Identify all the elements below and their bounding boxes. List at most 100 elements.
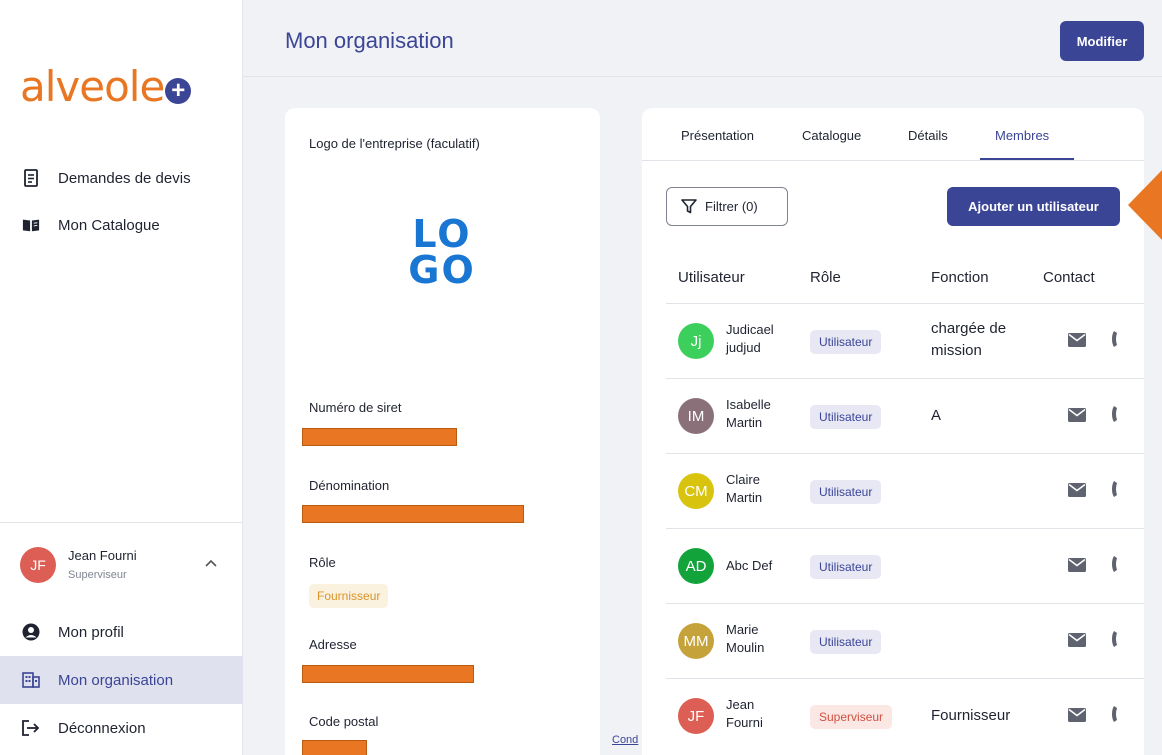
column-header-utilisateur: Utilisateur — [678, 269, 745, 286]
page-title: Mon organisation — [285, 28, 454, 53]
phone-icon[interactable] — [1112, 481, 1120, 502]
modify-button[interactable]: Modifier — [1060, 21, 1144, 61]
tabs-divider — [642, 160, 1144, 161]
denomination-value-redacted — [302, 505, 524, 523]
table-row[interactable]: Jj Judicael judjud Utilisateur chargée d… — [666, 303, 1144, 378]
member-name: Marie Moulin — [726, 621, 764, 657]
building-icon — [22, 671, 40, 689]
role-badge: Superviseur — [810, 705, 893, 729]
adresse-label: Adresse — [309, 637, 357, 652]
nav-item-label: Mon organisation — [58, 671, 174, 689]
footer-link[interactable]: Cond — [612, 734, 638, 746]
member-first-name: Abc Def — [726, 558, 773, 573]
phone-icon[interactable] — [1112, 331, 1120, 352]
mail-icon[interactable] — [1068, 408, 1086, 427]
phone-icon[interactable] — [1112, 631, 1120, 652]
column-header-fonction: Fonction — [931, 269, 989, 286]
brand-logo-plus: + — [165, 78, 192, 104]
logout-icon — [22, 719, 40, 737]
table-row[interactable]: MM Marie Moulin Utilisateur — [666, 603, 1144, 678]
siret-value-redacted — [302, 428, 457, 446]
filter-icon — [681, 199, 697, 214]
nav-item-mon-profil[interactable]: Mon profil — [0, 608, 243, 656]
member-fonction: Fournisseur — [931, 705, 1010, 727]
role-badge: Utilisateur — [810, 555, 882, 579]
fonction-line-1: chargée de — [931, 320, 1007, 337]
role-badge: Utilisateur — [810, 405, 882, 429]
header-divider — [243, 76, 1162, 77]
nav-item-deconnexion[interactable]: Déconnexion — [0, 704, 243, 752]
filter-label: Filtrer (0) — [705, 199, 758, 214]
table-row[interactable]: IM Isabelle Martin Utilisateur A — [666, 378, 1144, 453]
tab-presentation[interactable]: Présentation — [681, 128, 754, 143]
sidebar: alveole + Demandes de devis Mon Catalogu… — [0, 0, 243, 755]
denomination-label: Dénomination — [309, 478, 390, 493]
tab-membres[interactable]: Membres — [995, 128, 1049, 143]
avatar: Jj — [678, 323, 714, 359]
nav-item-mon-organisation[interactable]: Mon organisation — [0, 656, 243, 704]
member-first-name: Jean — [726, 697, 755, 712]
organization-tabs-card: Présentation Catalogue Détails Membres F… — [642, 108, 1144, 755]
logo-line-2: GO — [408, 248, 476, 292]
avatar: IM — [678, 398, 714, 434]
add-user-button[interactable]: Ajouter un utilisateur — [947, 187, 1120, 226]
annotation-arrow — [1128, 168, 1162, 242]
company-logo-image[interactable]: LO GO — [397, 215, 487, 292]
member-first-name: Isabelle — [726, 397, 771, 412]
role-badge: Utilisateur — [810, 630, 882, 654]
organization-info-card: Logo de l'entreprise (faculatif) LO GO N… — [285, 108, 600, 755]
avatar: AD — [678, 548, 714, 584]
member-first-name: Claire — [726, 472, 760, 487]
nav-item-label: Demandes de devis — [58, 169, 191, 187]
table-row[interactable]: AD Abc Def Utilisateur — [666, 528, 1144, 603]
mail-icon[interactable] — [1068, 558, 1086, 577]
siret-label: Numéro de siret — [309, 400, 402, 415]
fonction-line-1: A — [931, 407, 942, 424]
nav-item-mon-catalogue[interactable]: Mon Catalogue — [0, 201, 243, 249]
user-name: Jean Fourni — [68, 548, 137, 563]
table-row[interactable]: JF Jean Fourni Superviseur Fournisseur — [666, 678, 1144, 753]
chevron-up-icon[interactable] — [205, 556, 217, 570]
member-last-name: Fourni — [726, 715, 763, 730]
phone-icon[interactable] — [1112, 706, 1120, 727]
avatar: CM — [678, 473, 714, 509]
user-menu[interactable]: JF Jean Fourni Superviseur — [0, 540, 243, 600]
member-name: Jean Fourni — [726, 696, 763, 732]
nav-item-label: Déconnexion — [58, 719, 146, 737]
divider — [0, 522, 243, 523]
member-first-name: Judicael — [726, 322, 774, 337]
tab-details[interactable]: Détails — [908, 128, 948, 143]
column-header-contact: Contact — [1043, 269, 1095, 286]
mail-icon[interactable] — [1068, 333, 1086, 352]
tab-catalogue[interactable]: Catalogue — [802, 128, 861, 143]
nav-item-label: Mon profil — [58, 623, 124, 641]
mail-icon[interactable] — [1068, 633, 1086, 652]
member-last-name: Martin — [726, 415, 763, 430]
filter-button[interactable]: Filtrer (0) — [666, 187, 788, 226]
member-first-name: Marie — [726, 622, 759, 637]
member-fonction: chargée de mission — [931, 318, 1006, 362]
member-last-name: Martin — [726, 490, 763, 505]
brand-logo[interactable]: alveole + — [20, 62, 192, 112]
member-name: Claire Martin — [726, 471, 762, 507]
role-badge: Utilisateur — [810, 330, 882, 354]
role-badge: Utilisateur — [810, 480, 882, 504]
brand-logo-text: alveole — [20, 62, 165, 111]
mail-icon[interactable] — [1068, 708, 1086, 727]
account-circle-icon — [22, 623, 40, 641]
phone-icon[interactable] — [1112, 406, 1120, 427]
member-name: Isabelle Martin — [726, 396, 771, 432]
member-name: Judicael judjud — [726, 321, 774, 357]
avatar: JF — [678, 698, 714, 734]
role-badge: Fournisseur — [309, 584, 389, 608]
nav-item-demandes-de-devis[interactable]: Demandes de devis — [0, 154, 243, 202]
table-row[interactable]: CM Claire Martin Utilisateur — [666, 453, 1144, 528]
adresse-value-redacted — [302, 665, 474, 683]
code-postal-label: Code postal — [309, 714, 379, 729]
book-icon — [22, 216, 40, 234]
nav-item-label: Mon Catalogue — [58, 216, 160, 234]
document-list-icon — [22, 169, 40, 187]
mail-icon[interactable] — [1068, 483, 1086, 502]
phone-icon[interactable] — [1112, 556, 1120, 577]
role-label: Rôle — [309, 555, 336, 570]
